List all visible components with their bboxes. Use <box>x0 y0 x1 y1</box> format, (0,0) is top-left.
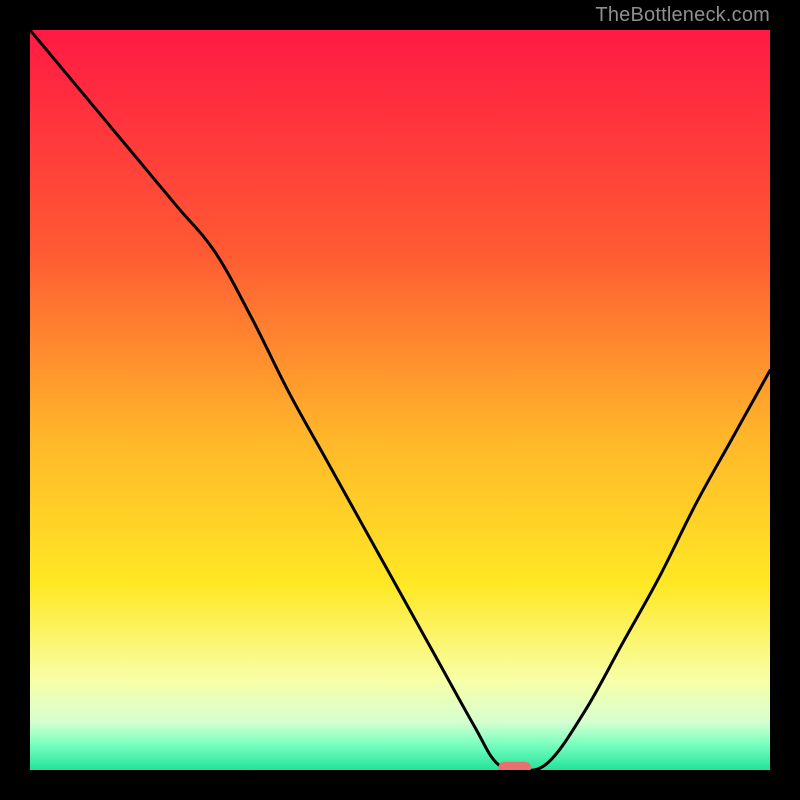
optimal-marker <box>498 762 531 770</box>
bottleneck-curve <box>30 30 770 770</box>
plot-area <box>30 30 770 770</box>
chart-frame: TheBottleneck.com <box>0 0 800 800</box>
watermark-text: TheBottleneck.com <box>595 4 770 27</box>
chart-svg <box>30 30 770 770</box>
